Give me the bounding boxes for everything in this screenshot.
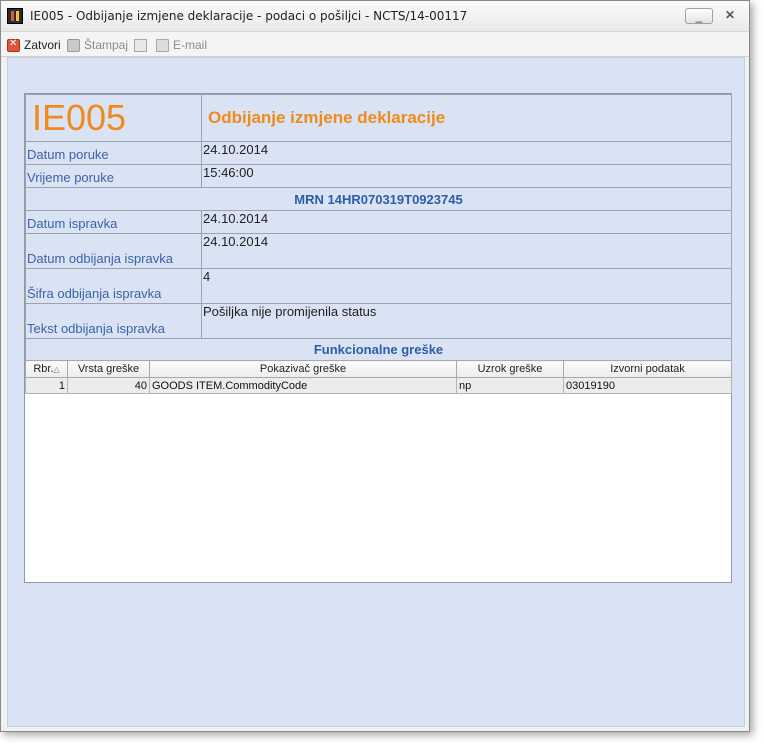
sifra-odbijanja-label: Šifra odbijanja ispravka [25,268,202,304]
message-info-table: IE005 Odbijanje izmjene deklaracije Datu… [25,94,732,361]
column-header-rbr[interactable]: Rbr.△ [25,360,68,378]
datum-odbijanja-label: Datum odbijanja ispravka [25,233,202,269]
datum-poruke-label: Datum poruke [25,141,202,165]
printer-icon [67,38,80,52]
report-document: IE005 Odbijanje izmjene deklaracije Datu… [24,93,732,583]
tekst-odbijanja-label: Tekst odbijanja ispravka [25,303,202,339]
datum-ispravka-label: Datum ispravka [25,210,202,234]
cell-rbr: 1 [25,377,68,394]
sifra-odbijanja-value: 4 [201,268,732,304]
toolbar: Zatvori Štampaj E-mail [1,32,749,57]
mrn-heading: MRN 14HR070319T0923745 [25,187,732,211]
zatvori-button[interactable]: Zatvori [7,37,61,53]
cell-izvorni-podatak: 03019190 [563,377,732,394]
cell-vrsta-greske: 40 [67,377,150,394]
title-bar[interactable]: IE005 - Odbijanje izmjene deklaracije - … [1,1,749,32]
print-preview-icon [134,38,147,52]
vrijeme-poruke-label: Vrijeme poruke [25,164,202,188]
preview-button[interactable] [134,37,147,53]
funkcionalne-greske-heading: Funkcionalne greške [25,338,732,361]
column-header-vrsta-greske[interactable]: Vrsta greške [67,360,150,378]
stampaj-label: Štampaj [84,38,129,52]
errors-grid: Rbr.△ Vrsta greške Pokazivač greške Uzro… [25,360,732,394]
vrijeme-poruke-value: 15:46:00 [201,164,732,188]
datum-poruke-value: 24.10.2014 [201,141,732,165]
table-row[interactable]: 1 40 GOODS ITEM.CommodityCode np 0301919… [25,377,732,394]
email-button[interactable]: E-mail [156,37,207,53]
cell-uzrok-greske: np [456,377,564,394]
tekst-odbijanja-value: Pošiljka nije promijenila status [201,303,732,339]
message-subtitle: Odbijanje izmjene deklaracije [201,94,732,142]
close-window-button[interactable]: ✕ [720,8,740,24]
column-header-pokazivac-greske[interactable]: Pokazivač greške [149,360,457,378]
close-icon [7,38,20,52]
datum-odbijanja-value: 24.10.2014 [201,233,732,269]
app-icon [7,8,23,24]
window-title: IE005 - Odbijanje izmjene deklaracije - … [30,9,468,23]
email-label: E-mail [173,38,208,52]
column-header-izvorni-podatak[interactable]: Izvorni podatak [563,360,732,378]
zatvori-label: Zatvori [24,38,61,52]
envelope-icon [156,38,169,52]
datum-ispravka-value: 24.10.2014 [201,210,732,234]
sort-ascending-icon: △ [53,365,60,374]
column-header-uzrok-greske[interactable]: Uzrok greške [456,360,564,378]
app-window: IE005 - Odbijanje izmjene deklaracije - … [0,0,750,732]
minimize-button[interactable]: _ [685,8,713,24]
stampaj-button[interactable]: Štampaj [67,37,128,53]
cell-pokazivac-greske: GOODS ITEM.CommodityCode [149,377,457,394]
message-code: IE005 [25,94,202,142]
report-area[interactable]: IE005 Odbijanje izmjene deklaracije Datu… [7,57,745,727]
